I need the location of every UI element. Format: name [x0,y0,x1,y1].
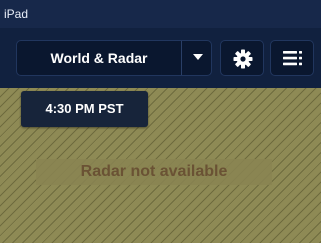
settings-button[interactable] [220,40,264,76]
menu-button[interactable] [270,40,314,76]
device-name: iPad [4,7,29,21]
layer-select-dropdown[interactable]: World & Radar [16,40,212,76]
radar-map[interactable]: 4:30 PM PST Radar not available [0,88,321,243]
toolbar: World & Radar [0,28,321,88]
list-menu-icon [283,51,302,66]
app-screen: iPad World & Radar 4:30 PM PST Radar not… [0,0,321,243]
gear-icon [233,49,253,69]
status-bar: iPad [0,0,321,28]
layer-select-label: World & Radar [50,50,148,66]
radar-unavailable-message: Radar not available [36,159,272,185]
time-badge[interactable]: 4:30 PM PST [21,91,148,127]
dropdown-divider [181,41,182,75]
chevron-down-icon[interactable] [193,54,203,60]
